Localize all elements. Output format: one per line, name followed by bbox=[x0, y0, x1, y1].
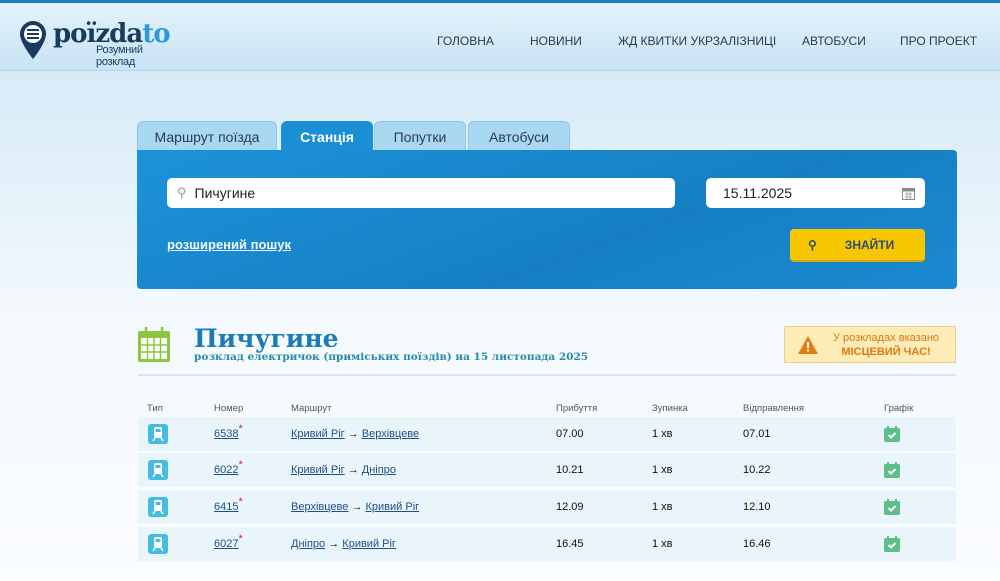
train-type-cell bbox=[148, 453, 168, 487]
header: poïzdato Розумний розклад ГОЛОВНА НОВИНИ… bbox=[0, 3, 1000, 71]
electric-train-icon bbox=[148, 424, 168, 444]
train-number-cell[interactable]: 6538 * bbox=[214, 417, 243, 451]
route-from-link[interactable]: Дніпро bbox=[291, 538, 325, 550]
train-number-link[interactable]: 6027 bbox=[214, 538, 238, 550]
header-arrival: Прибуття bbox=[556, 403, 598, 414]
route-from-link[interactable]: Верхівцеве bbox=[291, 501, 348, 513]
route-to-link[interactable]: Кривий Ріг bbox=[342, 538, 396, 550]
route-to-link[interactable]: Кривий Ріг bbox=[366, 501, 420, 513]
header-stop: Зупинка bbox=[652, 403, 688, 414]
arrow: → bbox=[328, 538, 340, 550]
schedule-cell[interactable] bbox=[884, 453, 900, 487]
header-departure: Відправлення bbox=[743, 403, 804, 414]
date-input[interactable]: 15.11.2025 bbox=[706, 178, 925, 208]
asterisk: * bbox=[238, 459, 243, 471]
tab-station[interactable]: Станція bbox=[281, 121, 373, 151]
electric-train-icon bbox=[148, 534, 168, 554]
arrival-cell: 12.09 bbox=[556, 501, 584, 513]
nav-about[interactable]: ПРО ПРОЕКТ bbox=[900, 34, 977, 48]
route-to-link[interactable]: Дніпро bbox=[362, 464, 396, 476]
train-type-cell bbox=[148, 417, 168, 451]
station-input-value: Пичугине bbox=[194, 185, 256, 201]
divider bbox=[138, 374, 956, 376]
schedule-cell[interactable] bbox=[884, 490, 900, 524]
header-type: Тип bbox=[147, 403, 163, 414]
station-input[interactable]: ⚲ Пичугине bbox=[167, 178, 675, 208]
electric-train-icon bbox=[148, 460, 168, 480]
logo-subtitle: Розумний розклад bbox=[96, 44, 143, 68]
header-number: Номер bbox=[214, 403, 244, 414]
table-row: 6415 * Верхівцеве → Кривий Ріг 12.09 1 хв… bbox=[138, 490, 956, 524]
route-to-link[interactable]: Верхівцеве bbox=[362, 428, 419, 440]
tab-train-route[interactable]: Маршрут поїзда bbox=[137, 121, 277, 151]
train-number-link[interactable]: 6022 bbox=[214, 464, 238, 476]
calendar-check-icon[interactable] bbox=[884, 499, 900, 515]
schedule-cell[interactable] bbox=[884, 417, 900, 451]
electric-train-icon bbox=[148, 497, 168, 517]
schedule-subtitle: розклад електричок (приміських поїздів) … bbox=[194, 351, 589, 363]
find-button[interactable]: ⚲ ЗНАЙТИ bbox=[790, 229, 925, 262]
search-panel: ⚲ Пичугине 15.11.2025 розширений пошук ⚲… bbox=[137, 150, 957, 289]
calendar-schedule-icon bbox=[138, 327, 170, 362]
calendar-check-icon[interactable] bbox=[884, 426, 900, 442]
schedule-cell[interactable] bbox=[884, 527, 900, 561]
arrow: → bbox=[347, 464, 359, 476]
tab-buses[interactable]: Автобуси bbox=[468, 121, 570, 151]
nav-home[interactable]: ГОЛОВНА bbox=[437, 34, 494, 48]
route-cell: Кривий Ріг → Дніпро bbox=[291, 453, 396, 487]
asterisk: * bbox=[238, 496, 243, 508]
location-pin-icon: ⚲ bbox=[177, 185, 187, 200]
local-time-warning: У розкладах вказано МІСЦЕВИЙ ЧАС! bbox=[784, 326, 956, 363]
warning-line1: У розкладах вказано bbox=[833, 331, 940, 344]
train-number-cell[interactable]: 6027 * bbox=[214, 527, 243, 561]
stop-cell: 1 хв bbox=[652, 428, 673, 440]
arrival-cell: 16.45 bbox=[556, 538, 584, 550]
asterisk: * bbox=[238, 423, 243, 435]
train-number-link[interactable]: 6538 bbox=[214, 428, 238, 440]
date-input-value: 15.11.2025 bbox=[723, 185, 793, 201]
route-from-link[interactable]: Кривий Ріг bbox=[291, 464, 345, 476]
departure-cell: 16.46 bbox=[743, 538, 771, 550]
find-button-label: ЗНАЙТИ bbox=[844, 237, 895, 252]
departure-cell: 12.10 bbox=[743, 501, 771, 513]
nav-news[interactable]: НОВИНИ bbox=[530, 34, 582, 48]
train-number-cell[interactable]: 6415 * bbox=[214, 490, 243, 524]
tab-rideshare[interactable]: Попутки bbox=[374, 121, 466, 151]
train-type-cell bbox=[148, 490, 168, 524]
route-from-link[interactable]: Кривий Ріг bbox=[291, 428, 345, 440]
stop-cell: 1 хв bbox=[652, 538, 673, 550]
departure-cell: 10.22 bbox=[743, 464, 771, 476]
nav-buses[interactable]: АВТОБУСИ bbox=[802, 34, 866, 48]
train-number-cell[interactable]: 6022 * bbox=[214, 453, 243, 487]
route-cell: Верхівцеве → Кривий Ріг bbox=[291, 490, 419, 524]
logo[interactable]: poïzdato Розумний розклад bbox=[19, 20, 171, 68]
arrow: → bbox=[347, 428, 359, 440]
nav-tickets[interactable]: ЖД КВИТКИ УКРЗАЛІЗНИЦІ bbox=[618, 34, 776, 48]
stop-cell: 1 хв bbox=[652, 501, 673, 513]
warning-line2: МІСЦЕВИЙ ЧАС! bbox=[841, 345, 931, 358]
calendar-check-icon[interactable] bbox=[884, 536, 900, 552]
table-row: 6022 * Кривий Ріг → Дніпро 10.21 1 хв 10.… bbox=[138, 453, 956, 487]
arrival-cell: 07.00 bbox=[556, 428, 584, 440]
header-route: Маршрут bbox=[291, 403, 332, 414]
table-row: 6538 * Кривий Ріг → Верхівцеве 07.00 1 хв… bbox=[138, 417, 956, 451]
train-pin-icon bbox=[20, 21, 46, 59]
train-type-cell bbox=[148, 527, 168, 561]
departure-cell: 07.01 bbox=[743, 428, 771, 440]
table-row: 6027 * Дніпро → Кривий Ріг 16.45 1 хв 16.… bbox=[138, 527, 956, 561]
station-title: Пичугине bbox=[194, 324, 339, 353]
calendar-icon[interactable] bbox=[902, 187, 915, 200]
route-cell: Дніпро → Кривий Ріг bbox=[291, 527, 396, 561]
warning-icon bbox=[798, 335, 818, 354]
stop-cell: 1 хв bbox=[652, 464, 673, 476]
header-schedule: Графік bbox=[884, 403, 914, 414]
route-cell: Кривий Ріг → Верхівцеве bbox=[291, 417, 419, 451]
arrival-cell: 10.21 bbox=[556, 464, 584, 476]
advanced-search-link[interactable]: розширений пошук bbox=[167, 237, 291, 252]
calendar-check-icon[interactable] bbox=[884, 462, 900, 478]
search-icon: ⚲ bbox=[808, 237, 817, 252]
arrow: → bbox=[351, 501, 363, 513]
train-number-link[interactable]: 6415 bbox=[214, 501, 238, 513]
asterisk: * bbox=[238, 533, 243, 545]
